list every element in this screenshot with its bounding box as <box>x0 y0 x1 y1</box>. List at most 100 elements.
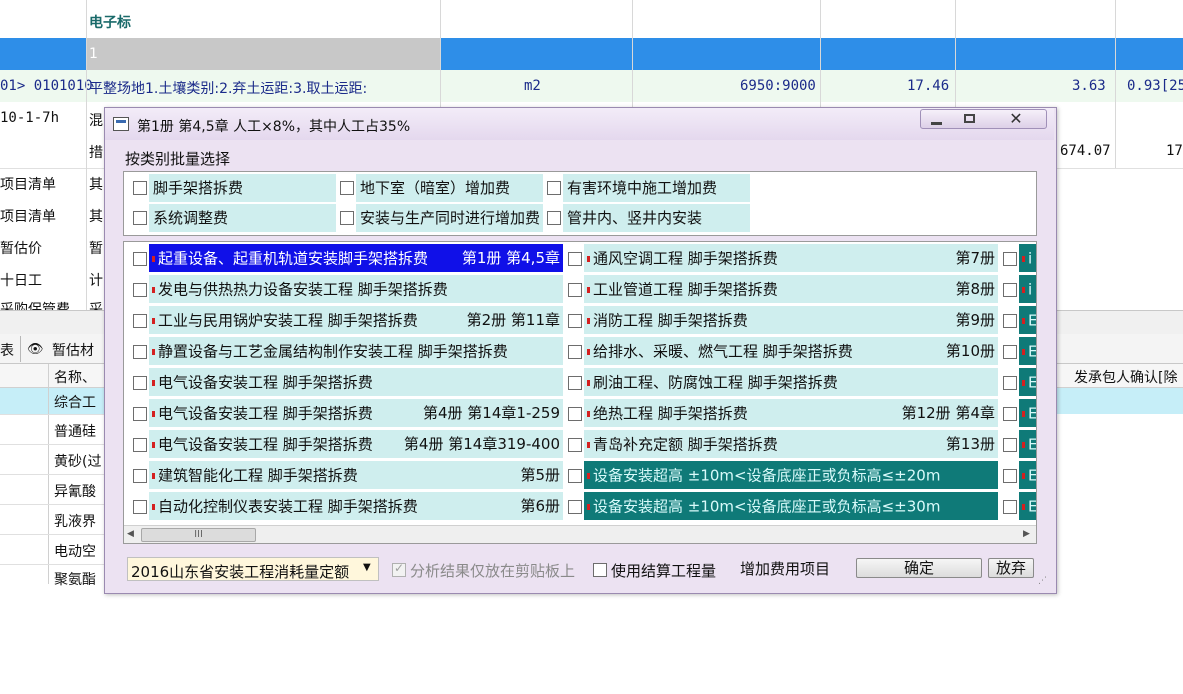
fee-item[interactable]: 通风空调工程 脚手架搭拆费 第7册 <box>584 244 998 272</box>
maximize-icon[interactable] <box>955 110 985 128</box>
clipboard-only-label: 分析结果仅放在剪贴板上 <box>410 562 576 580</box>
item-checkbox[interactable] <box>133 500 147 514</box>
fee-item[interactable]: 起重设备、起重机轨道安装脚手架搭拆费 第1册 第4,5章 <box>149 244 563 272</box>
tab-table[interactable]: 表 <box>0 340 14 360</box>
item-checkbox[interactable] <box>133 283 147 297</box>
tab-provisional-material[interactable]: 暂估材 <box>52 340 94 360</box>
category-checkbox[interactable] <box>133 211 147 225</box>
fee-item[interactable]: 消防工程 脚手架搭拆费 第9册 <box>584 306 998 334</box>
row4-name: 措 <box>89 145 103 161</box>
item-checkbox[interactable] <box>568 500 582 514</box>
item-checkbox[interactable] <box>1003 283 1017 297</box>
scroll-thumb[interactable]: III <box>141 528 256 542</box>
category-option[interactable]: 系统调整费 <box>149 204 336 232</box>
quota-select-value: 2016山东省安装工程消耗量定额 <box>131 563 350 581</box>
row2-name[interactable]: 平整场地1.土壤类别:2.弃土运距:3.取土运距: <box>89 78 367 98</box>
fee-item[interactable]: 电气设备安装工程 脚手架搭拆费 第4册 第14章319-400 <box>149 430 563 458</box>
item-checkbox[interactable] <box>1003 500 1017 514</box>
category-group-label: 按类别批量选择 <box>125 150 231 168</box>
row2-price1: 17.46 <box>907 78 950 94</box>
fee-item-clipped[interactable]: E <box>1019 337 1036 365</box>
item-checkbox[interactable] <box>1003 376 1017 390</box>
fee-item-clipped[interactable]: E <box>1019 399 1036 427</box>
category-option[interactable]: 管井内、竖井内安装 <box>563 204 750 232</box>
item-checkbox[interactable] <box>133 407 147 421</box>
category-checkbox[interactable] <box>547 211 561 225</box>
item-checkbox[interactable] <box>568 438 582 452</box>
category-option[interactable]: 有害环境中施工增加费 <box>563 174 750 202</box>
category-checkbox[interactable] <box>133 181 147 195</box>
lower-row-label: 电动空 <box>54 544 96 560</box>
fee-item-clipped[interactable]: i <box>1019 244 1036 272</box>
dialog-title-bar[interactable]: 第1册 第4,5章 人工×8%，其中人工占35% ✕ <box>105 108 1054 140</box>
fee-item[interactable]: 静置设备与工艺金属结构制作安装工程 脚手架搭拆费 <box>149 337 563 365</box>
minimize-icon[interactable] <box>921 110 951 128</box>
cancel-button[interactable]: 放弃 <box>988 558 1034 578</box>
item-checkbox[interactable] <box>568 469 582 483</box>
fee-item[interactable]: 绝热工程 脚手架搭拆费 第12册 第4章 <box>584 399 998 427</box>
fee-item[interactable]: 电气设备安装工程 脚手架搭拆费 第4册 第14章1-259 <box>149 399 563 427</box>
fee-item[interactable]: 设备安装超高 ±10m<设备底座正或负标高≤±20m <box>584 461 998 489</box>
row2-qty: 6950:9000 <box>740 78 816 94</box>
selected-row-gray-cell <box>87 38 440 70</box>
fee-item-clipped[interactable]: E <box>1019 430 1036 458</box>
item-checkbox[interactable] <box>133 345 147 359</box>
item-checkbox[interactable] <box>133 314 147 328</box>
fee-item[interactable]: 工业管道工程 脚手架搭拆费 第8册 <box>584 275 998 303</box>
fee-item-clipped[interactable]: E <box>1019 306 1036 334</box>
item-checkbox[interactable] <box>133 438 147 452</box>
side-row-b: 其 <box>89 209 103 225</box>
scroll-right-icon[interactable]: ▶ <box>1023 529 1030 539</box>
item-checkbox[interactable] <box>1003 469 1017 483</box>
item-checkbox[interactable] <box>1003 407 1017 421</box>
chevron-down-icon[interactable]: ▼ <box>363 562 371 573</box>
side-row-a: 项目清单 <box>0 209 56 225</box>
lower-row-label: 普通硅 <box>54 424 96 440</box>
row2-unit: m2 <box>524 78 541 94</box>
fee-item-clipped[interactable]: E <box>1019 492 1036 520</box>
item-checkbox[interactable] <box>133 252 147 266</box>
clipboard-only-checkbox[interactable]: ✓ <box>392 561 406 577</box>
fee-item[interactable]: 自动化控制仪表安装工程 脚手架搭拆费 第6册 <box>149 492 563 520</box>
item-checkbox[interactable] <box>1003 252 1017 266</box>
category-option[interactable]: 地下室（暗室）增加费 <box>356 174 543 202</box>
fee-item[interactable]: 设备安装超高 ±10m<设备底座正或负标高≤±30m <box>584 492 998 520</box>
item-checkbox[interactable] <box>568 376 582 390</box>
lower-row-label: 乳液界 <box>54 514 96 530</box>
fee-item[interactable]: 建筑智能化工程 脚手架搭拆费 第5册 <box>149 461 563 489</box>
scroll-left-icon[interactable]: ◀ <box>127 529 134 539</box>
fee-item-list: 起重设备、起重机轨道安装脚手架搭拆费 第1册 第4,5章 发电与供热热力设备安装工… <box>123 241 1037 544</box>
item-checkbox[interactable] <box>568 407 582 421</box>
item-checkbox[interactable] <box>133 469 147 483</box>
side-row-b: 其 <box>89 177 103 193</box>
category-checkbox[interactable] <box>340 211 354 225</box>
item-checkbox[interactable] <box>1003 438 1017 452</box>
fee-item-clipped[interactable]: E <box>1019 368 1036 396</box>
fee-item[interactable]: 青岛补充定额 脚手架搭拆费 第13册 <box>584 430 998 458</box>
category-option[interactable]: 脚手架搭拆费 <box>149 174 336 202</box>
fee-item[interactable]: 刷油工程、防腐蚀工程 脚手架搭拆费 <box>584 368 998 396</box>
fee-item[interactable]: 发电与供热热力设备安装工程 脚手架搭拆费 <box>149 275 563 303</box>
item-checkbox[interactable] <box>1003 345 1017 359</box>
item-checkbox[interactable] <box>133 376 147 390</box>
use-settlement-qty-label: 使用结算工程量 <box>611 562 717 580</box>
item-checkbox[interactable] <box>568 283 582 297</box>
fee-item[interactable]: 工业与民用锅炉安装工程 脚手架搭拆费 第2册 第11章 <box>149 306 563 334</box>
item-checkbox[interactable] <box>568 345 582 359</box>
fee-item[interactable]: 给排水、采暖、燃气工程 脚手架搭拆费 第10册 <box>584 337 998 365</box>
ok-button[interactable]: 确定 <box>856 558 982 578</box>
item-checkbox[interactable] <box>568 252 582 266</box>
item-checkbox[interactable] <box>568 314 582 328</box>
use-settlement-qty-checkbox[interactable] <box>593 563 607 577</box>
category-checkbox[interactable] <box>547 181 561 195</box>
fee-item-clipped[interactable]: i <box>1019 275 1036 303</box>
horizontal-scrollbar[interactable]: ◀ III ▶ <box>124 525 1036 543</box>
quota-select[interactable]: 2016山东省安装工程消耗量定额 ▼ <box>127 557 379 581</box>
fee-item[interactable]: 电气设备安装工程 脚手架搭拆费 <box>149 368 563 396</box>
close-icon[interactable]: ✕ <box>991 110 1041 128</box>
category-checkbox[interactable] <box>340 181 354 195</box>
resize-grip-icon[interactable]: ⋰ <box>1038 576 1047 586</box>
fee-item-clipped[interactable]: E <box>1019 461 1036 489</box>
item-checkbox[interactable] <box>1003 314 1017 328</box>
category-option[interactable]: 安装与生产同时进行增加费 <box>356 204 543 232</box>
